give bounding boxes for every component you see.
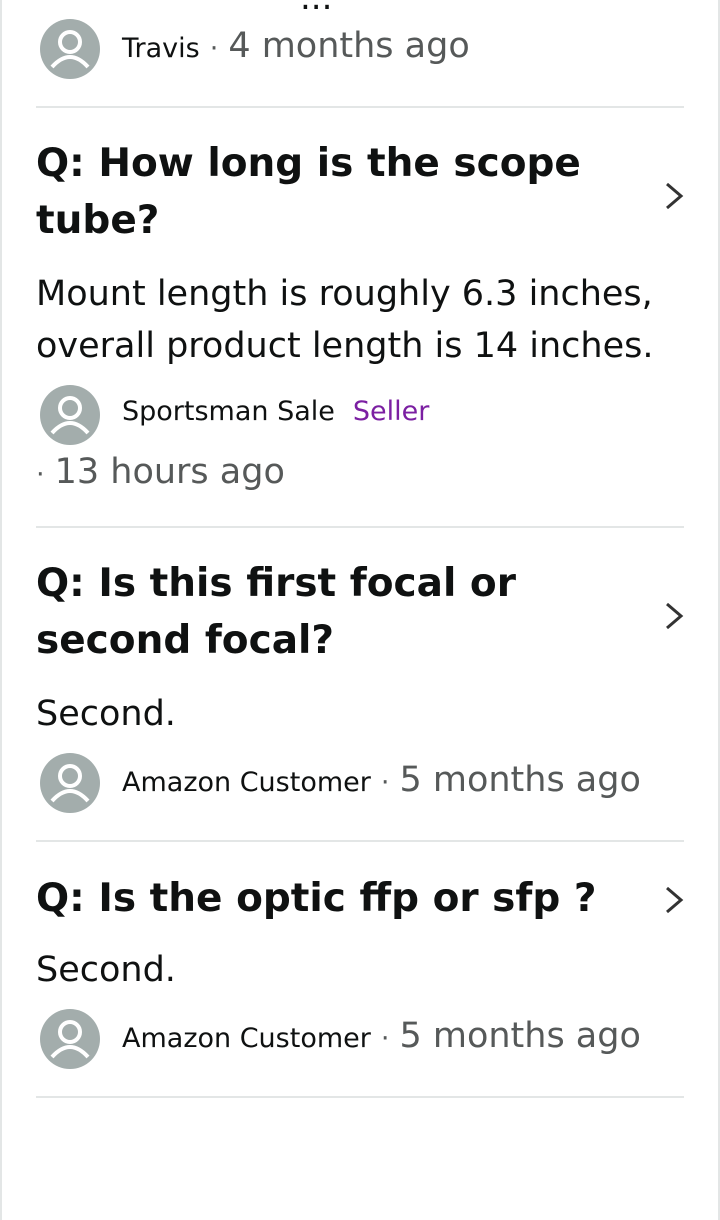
answer-author-row: Amazon Customer · 5 months ago xyxy=(122,1016,641,1056)
chevron-right-icon[interactable] xyxy=(662,181,686,211)
separator-dot: · xyxy=(380,767,390,798)
frame-left-border xyxy=(0,0,2,1220)
user-avatar-icon xyxy=(40,19,100,79)
question-text[interactable]: Q: Is the optic ffp or sfp ? xyxy=(36,870,646,927)
chevron-right-icon[interactable] xyxy=(662,885,686,915)
answer-author-row: Amazon Customer · 5 months ago xyxy=(122,760,641,800)
user-avatar-icon xyxy=(40,385,100,445)
separator-dot: · xyxy=(380,1023,390,1054)
cutoff-answer-text: ... xyxy=(300,0,332,18)
divider xyxy=(36,526,684,528)
divider xyxy=(36,1096,684,1098)
answer-author-row: Sportsman Sale Seller xyxy=(122,396,429,427)
seller-badge: Seller xyxy=(352,396,430,427)
divider xyxy=(36,840,684,842)
separator-dot: · xyxy=(209,33,219,64)
question-text[interactable]: Q: How long is the scope tube? xyxy=(36,135,646,249)
answer-author-row: Travis · 4 months ago xyxy=(122,26,470,66)
author-name[interactable]: Sportsman Sale xyxy=(122,396,335,427)
author-name[interactable]: Travis xyxy=(122,33,200,64)
answer-time: 13 hours ago xyxy=(54,452,285,492)
answer-time: 4 months ago xyxy=(228,26,470,66)
answer-text: Mount length is roughly 6.3 inches, over… xyxy=(36,274,654,366)
question-text[interactable]: Q: Is this first focal or second focal? xyxy=(36,555,646,669)
answer-time: 5 months ago xyxy=(399,1016,641,1056)
answer-text: Second. xyxy=(36,950,176,990)
answer-time-row: · 13 hours ago xyxy=(36,452,285,492)
separator-dot: · xyxy=(36,459,45,490)
answer-text: Second. xyxy=(36,694,176,734)
divider xyxy=(36,106,684,108)
author-name[interactable]: Amazon Customer xyxy=(122,1023,371,1054)
user-avatar-icon xyxy=(40,753,100,813)
chevron-right-icon[interactable] xyxy=(662,601,686,631)
author-name[interactable]: Amazon Customer xyxy=(122,767,371,798)
answer-time: 5 months ago xyxy=(399,760,641,800)
user-avatar-icon xyxy=(40,1009,100,1069)
